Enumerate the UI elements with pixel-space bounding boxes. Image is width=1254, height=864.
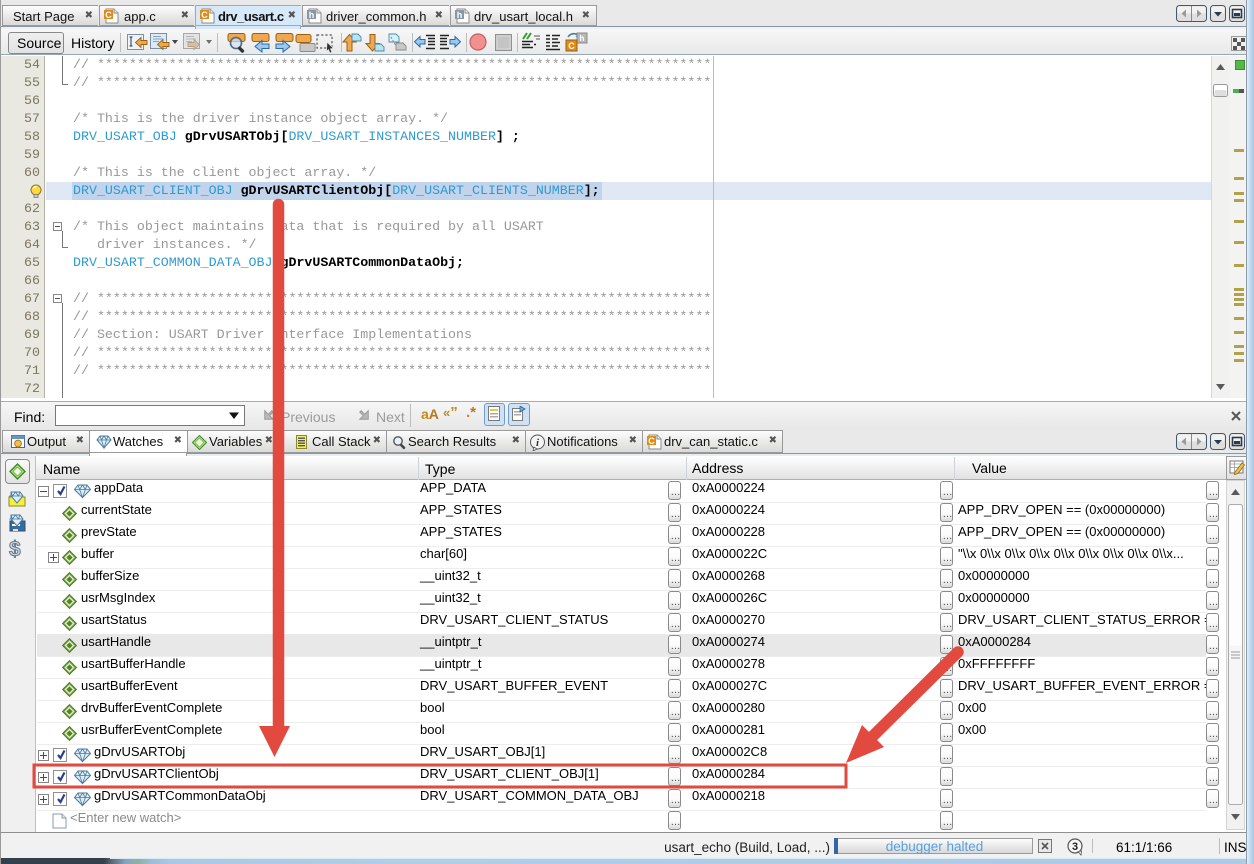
svg-text:C: C [648,436,655,446]
svg-text:C: C [105,10,112,20]
svg-text:h: h [457,10,463,20]
svg-text:h: h [309,10,315,20]
svg-text:3: 3 [1072,841,1078,853]
svg-text:C: C [568,41,575,51]
svg-text:C: C [201,10,208,20]
svg-text:h: h [580,34,585,43]
